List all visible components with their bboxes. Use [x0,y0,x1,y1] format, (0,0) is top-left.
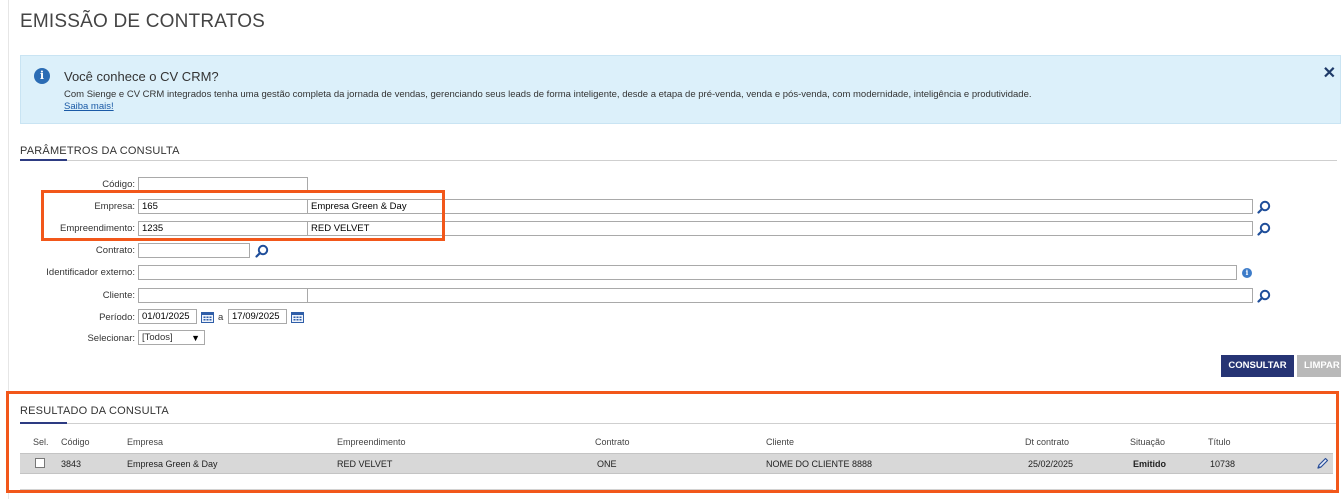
selecionar-label: Selecionar: [87,333,135,344]
limpar-button[interactable]: LIMPAR [1297,355,1341,377]
cliente-code-input[interactable] [138,288,308,303]
codigo-label: Código: [102,179,135,190]
contrato-search-icon[interactable] [255,244,269,258]
page-title: EMISSÃO DE CONTRATOS [20,11,266,32]
periodo-label: Período: [99,312,135,323]
learn-more-link[interactable]: Saiba mais! [64,101,114,112]
periodo-end-input[interactable]: 17/09/2025 [228,309,287,324]
empresa-search-icon[interactable] [1257,200,1271,214]
empreendimento-name-input[interactable]: RED VELVET [307,221,1253,236]
params-section-title: PARÂMETROS DA CONSULTA [20,145,180,157]
contrato-input[interactable] [138,243,250,258]
periodo-start-calendar-icon[interactable] [201,311,214,323]
params-section-accent [20,159,67,161]
info-banner: i Você conhece o CV CRM? Com Sienge e CV… [20,55,1341,124]
close-icon[interactable]: ✕ [1323,63,1336,83]
cliente-label: Cliente: [102,290,135,301]
identificador-label: Identificador externo: [46,267,135,278]
info-banner-text: Com Sienge e CV CRM integrados tenha uma… [64,89,1032,100]
periodo-end-calendar-icon[interactable] [291,311,304,323]
chevron-down-icon: ▼ [191,333,200,343]
params-section-divider [20,160,1337,161]
selecionar-dropdown[interactable]: [Todos] ▼ [138,330,205,345]
info-banner-title: Você conhece o CV CRM? [64,69,219,84]
empreendimento-search-icon[interactable] [1257,222,1271,236]
cliente-name-input[interactable] [307,288,1253,303]
cliente-search-icon[interactable] [1257,289,1271,303]
highlight-box-fields [41,190,445,241]
identificador-input[interactable] [138,265,1237,280]
selecionar-value: [Todos] [142,332,173,343]
contrato-label: Contrato: [95,245,135,256]
page: EMISSÃO DE CONTRATOS i Você conhece o CV… [0,0,1341,499]
periodo-separator: a [218,312,224,323]
empresa-name-input[interactable]: Empresa Green & Day [307,199,1253,214]
info-icon: i [34,68,50,84]
consultar-button[interactable]: CONSULTAR [1221,355,1294,377]
periodo-start-input[interactable]: 01/01/2025 [138,309,197,324]
identificador-info-icon[interactable]: i [1242,268,1252,278]
highlight-box-results [6,391,1339,493]
